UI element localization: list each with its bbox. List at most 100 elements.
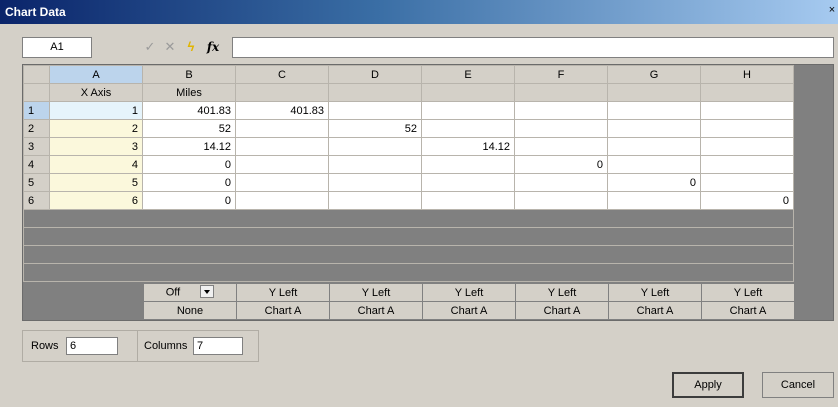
data-cell[interactable] bbox=[328, 101, 422, 120]
column-header-e[interactable]: E bbox=[421, 65, 515, 84]
data-cell[interactable] bbox=[514, 191, 608, 210]
row-header[interactable]: 1 bbox=[23, 101, 50, 120]
check-icon[interactable]: ✓ bbox=[142, 38, 158, 56]
series-name-c[interactable] bbox=[235, 83, 329, 102]
data-cell[interactable] bbox=[421, 191, 515, 210]
series-name-d[interactable] bbox=[328, 83, 422, 102]
data-cell[interactable] bbox=[235, 173, 329, 192]
x-axis-cell[interactable]: 2 bbox=[49, 119, 143, 138]
series-name-g[interactable] bbox=[607, 83, 701, 102]
data-cell[interactable] bbox=[514, 119, 608, 138]
empty-row bbox=[23, 263, 794, 282]
data-cell[interactable] bbox=[607, 191, 701, 210]
chart-setting[interactable]: Chart A bbox=[236, 301, 330, 320]
x-axis-cell[interactable]: 5 bbox=[49, 173, 143, 192]
empty-grid-area bbox=[23, 245, 794, 264]
series-name-h[interactable] bbox=[700, 83, 794, 102]
data-cell[interactable] bbox=[421, 101, 515, 120]
apply-button[interactable]: Apply bbox=[672, 372, 744, 398]
data-cell[interactable] bbox=[421, 155, 515, 174]
series-name-e[interactable] bbox=[421, 83, 515, 102]
data-cell[interactable] bbox=[607, 137, 701, 156]
x-axis-cell[interactable]: 3 bbox=[49, 137, 143, 156]
formula-input[interactable] bbox=[232, 37, 834, 58]
axis-setting[interactable]: Y Left bbox=[515, 283, 609, 302]
data-cell[interactable] bbox=[514, 137, 608, 156]
data-cell[interactable]: 0 bbox=[514, 155, 608, 174]
axis-setting[interactable]: Y Left bbox=[329, 283, 423, 302]
data-cell[interactable]: 52 bbox=[328, 119, 422, 138]
x-axis-cell[interactable]: 1 bbox=[49, 101, 143, 120]
series-name-a[interactable]: X Axis bbox=[49, 83, 143, 102]
cancel-button[interactable]: Cancel bbox=[762, 372, 834, 398]
row-header[interactable]: 6 bbox=[23, 191, 50, 210]
data-cell[interactable] bbox=[421, 173, 515, 192]
rows-input[interactable]: 6 bbox=[66, 337, 118, 355]
data-cell[interactable] bbox=[235, 155, 329, 174]
corner-cell[interactable] bbox=[23, 65, 50, 84]
series-name-b[interactable]: Miles bbox=[142, 83, 236, 102]
data-cell[interactable] bbox=[514, 173, 608, 192]
data-cell[interactable] bbox=[700, 173, 794, 192]
axis-setting[interactable]: Y Left bbox=[701, 283, 795, 302]
row-header[interactable]: 5 bbox=[23, 173, 50, 192]
data-cell[interactable] bbox=[328, 155, 422, 174]
column-header-a[interactable]: A bbox=[49, 65, 143, 84]
chart-setting[interactable]: Chart A bbox=[608, 301, 702, 320]
data-cell[interactable]: 0 bbox=[142, 155, 236, 174]
chevron-down-icon[interactable] bbox=[200, 285, 215, 298]
chart-setting[interactable]: Chart A bbox=[329, 301, 423, 320]
data-cell[interactable] bbox=[700, 155, 794, 174]
chart-setting[interactable]: Chart A bbox=[701, 301, 795, 320]
row-header[interactable]: 4 bbox=[23, 155, 50, 174]
data-cell[interactable] bbox=[328, 137, 422, 156]
axis-setting[interactable]: Y Left bbox=[422, 283, 516, 302]
cross-icon[interactable]: ✕ bbox=[162, 38, 178, 56]
fx-icon[interactable]: fx bbox=[205, 38, 221, 56]
data-cell[interactable] bbox=[235, 191, 329, 210]
row-header[interactable]: 3 bbox=[23, 137, 50, 156]
column-header-g[interactable]: G bbox=[607, 65, 701, 84]
data-cell[interactable]: 401.83 bbox=[142, 101, 236, 120]
data-cell[interactable]: 0 bbox=[700, 191, 794, 210]
data-cell[interactable] bbox=[607, 155, 701, 174]
data-cell[interactable] bbox=[328, 173, 422, 192]
column-header-b[interactable]: B bbox=[142, 65, 236, 84]
data-cell[interactable] bbox=[700, 119, 794, 138]
column-header-h[interactable]: H bbox=[700, 65, 794, 84]
axis-select[interactable]: Off bbox=[143, 283, 237, 302]
data-cell[interactable]: 0 bbox=[607, 173, 701, 192]
data-cell[interactable]: 14.12 bbox=[142, 137, 236, 156]
cell-reference-box[interactable]: A1 bbox=[22, 37, 92, 58]
data-cell[interactable]: 0 bbox=[142, 191, 236, 210]
data-cell[interactable] bbox=[607, 101, 701, 120]
data-cell[interactable] bbox=[421, 119, 515, 138]
columns-input[interactable]: 7 bbox=[193, 337, 243, 355]
chart-setting[interactable]: None bbox=[143, 301, 237, 320]
title-bar[interactable]: Chart Data × bbox=[0, 0, 838, 24]
data-cell[interactable]: 401.83 bbox=[235, 101, 329, 120]
axis-setting[interactable]: Y Left bbox=[608, 283, 702, 302]
column-header-d[interactable]: D bbox=[328, 65, 422, 84]
data-cell[interactable] bbox=[700, 101, 794, 120]
data-cell[interactable]: 14.12 bbox=[421, 137, 515, 156]
close-icon[interactable]: × bbox=[826, 3, 838, 17]
lightning-icon[interactable]: ϟ bbox=[183, 38, 199, 56]
data-cell[interactable]: 0 bbox=[142, 173, 236, 192]
data-cell[interactable] bbox=[235, 119, 329, 138]
data-cell[interactable] bbox=[514, 101, 608, 120]
data-cell[interactable]: 52 bbox=[142, 119, 236, 138]
axis-setting[interactable]: Y Left bbox=[236, 283, 330, 302]
x-axis-cell[interactable]: 4 bbox=[49, 155, 143, 174]
x-axis-cell[interactable]: 6 bbox=[49, 191, 143, 210]
data-cell[interactable] bbox=[235, 137, 329, 156]
chart-setting[interactable]: Chart A bbox=[422, 301, 516, 320]
chart-setting[interactable]: Chart A bbox=[515, 301, 609, 320]
data-cell[interactable] bbox=[700, 137, 794, 156]
series-name-f[interactable] bbox=[514, 83, 608, 102]
row-header[interactable]: 2 bbox=[23, 119, 50, 138]
data-cell[interactable] bbox=[328, 191, 422, 210]
column-header-c[interactable]: C bbox=[235, 65, 329, 84]
column-header-f[interactable]: F bbox=[514, 65, 608, 84]
data-cell[interactable] bbox=[607, 119, 701, 138]
